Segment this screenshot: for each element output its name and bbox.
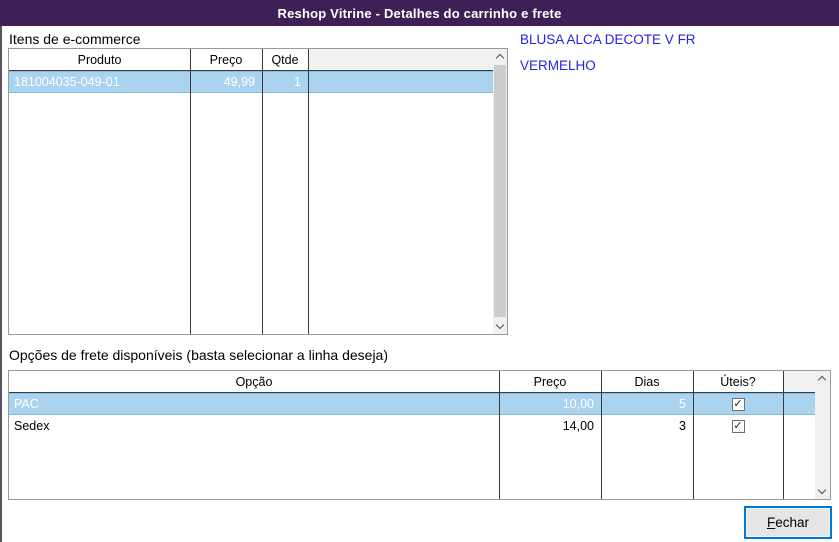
shipping-cell-dias[interactable]: 3: [601, 415, 693, 437]
close-button[interactable]: Fechar: [744, 506, 832, 539]
scrollbar-thumb[interactable]: [494, 65, 506, 317]
shipping-cell-opcao[interactable]: PAC: [9, 393, 499, 415]
shipping-table-row-pac[interactable]: PAC 10,00 5 ✓: [9, 393, 815, 415]
shipping-table-scrollbar[interactable]: [815, 371, 830, 499]
shipping-gridline: [693, 371, 694, 499]
items-header-filler: [308, 49, 493, 70]
shipping-gridline: [499, 371, 500, 499]
items-cell-preco[interactable]: 49,99: [190, 71, 262, 93]
shipping-gridline: [783, 371, 784, 499]
shipping-gridline: [601, 371, 602, 499]
items-table[interactable]: Produto Preço Qtde 181004035-049-01 49,9…: [8, 48, 508, 335]
shipping-cell-preco[interactable]: 14,00: [499, 415, 601, 437]
items-header-qtde[interactable]: Qtde: [262, 49, 308, 70]
shipping-header-divider: [9, 392, 815, 393]
shipping-header-uteis[interactable]: Úteis?: [693, 371, 783, 392]
checkmark-icon: ✓: [733, 419, 743, 432]
product-color-text: VERMELHO: [520, 58, 596, 73]
items-header-divider: [9, 70, 493, 71]
uteis-checkbox-checked[interactable]: ✓: [731, 397, 745, 411]
checkmark-icon: ✓: [733, 397, 743, 410]
shipping-header-dias[interactable]: Dias: [601, 371, 693, 392]
product-name-text: BLUSA ALCA DECOTE V FR: [520, 32, 696, 47]
shipping-cell-dias[interactable]: 5: [601, 393, 693, 415]
shipping-cell-preco[interactable]: 10,00: [499, 393, 601, 415]
items-cell-qtde[interactable]: 1: [262, 71, 308, 93]
items-gridline: [190, 49, 191, 334]
uteis-checkbox-checked[interactable]: ✓: [731, 419, 745, 433]
close-button-label: echar: [775, 515, 810, 530]
items-section-label: Itens de e-commerce: [9, 31, 141, 47]
shipping-header-opcao[interactable]: Opção: [9, 371, 499, 392]
shipping-header-filler: [783, 371, 815, 392]
items-header-produto[interactable]: Produto: [9, 49, 190, 70]
window-title: Reshop Vitrine - Detalhes do carrinho e …: [277, 5, 562, 21]
chevron-up-icon: [817, 375, 827, 385]
scroll-up-button[interactable]: [493, 49, 507, 64]
items-table-row[interactable]: 181004035-049-01 49,99 1: [9, 71, 493, 93]
items-gridline: [262, 49, 263, 334]
items-gridline: [308, 49, 309, 334]
scroll-down-button[interactable]: [493, 319, 507, 334]
chevron-down-icon: [817, 485, 827, 495]
shipping-section-label: Opções de frete disponíveis (basta selec…: [9, 347, 388, 363]
shipping-cell-uteis: ✓: [693, 393, 783, 415]
shipping-header-preco[interactable]: Preço: [499, 371, 601, 392]
scroll-down-button[interactable]: [815, 484, 830, 499]
titlebar[interactable]: Reshop Vitrine - Detalhes do carrinho e …: [0, 0, 839, 26]
window-left-border: [0, 26, 2, 542]
items-cell-produto[interactable]: 181004035-049-01: [9, 71, 190, 93]
shipping-cell-opcao[interactable]: Sedex: [9, 415, 499, 437]
scroll-up-button[interactable]: [815, 371, 830, 386]
shipping-table[interactable]: Opção Preço Dias Úteis? PAC 10,00 5 ✓ Se…: [8, 370, 831, 500]
shipping-table-row-sedex[interactable]: Sedex 14,00 3 ✓: [9, 415, 815, 437]
shipping-cell-uteis: ✓: [693, 415, 783, 437]
chevron-down-icon: [495, 320, 505, 330]
items-table-scrollbar[interactable]: [493, 49, 507, 334]
chevron-up-icon: [495, 53, 505, 63]
close-button-mnemonic: F: [766, 515, 776, 530]
items-header-preco[interactable]: Preço: [190, 49, 262, 70]
